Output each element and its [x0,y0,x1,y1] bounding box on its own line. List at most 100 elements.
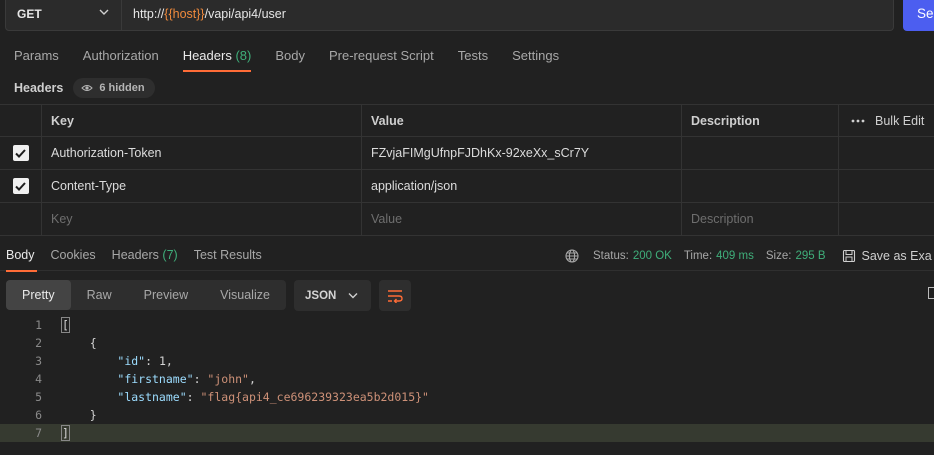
view-visualize[interactable]: Visualize [204,280,286,310]
view-preview[interactable]: Preview [128,280,204,310]
response-tab-body[interactable]: Body [0,244,43,272]
column-key: Key [42,105,362,136]
code-text: "id": 1, [42,354,173,368]
code-token: [ [61,317,70,333]
wrap-lines-button[interactable] [379,280,411,311]
row-checkbox-cell [0,170,42,202]
method-select[interactable]: GET [5,0,122,31]
save-as-example-button[interactable]: Save as Exa [842,249,932,263]
tab-pre-request-script[interactable]: Pre-request Script [317,44,446,72]
hidden-count-label: 6 hidden [99,82,145,94]
new-value-input[interactable]: Value [362,203,682,235]
json-separator: : [186,390,201,404]
code-text: } [62,408,97,422]
code-text: "firstname": "john", [42,372,256,386]
response-tab-test-results[interactable]: Test Results [186,244,270,271]
request-tabs: Params Authorization Headers (8) Body Pr… [0,44,571,72]
json-string: "john" [207,372,249,386]
method-label: GET [17,6,42,21]
new-key-input[interactable]: Key [42,203,362,235]
url-bar: GET http://{{host}}/vapi/api4/user Se [0,0,934,32]
code-line: 6 } [0,406,934,424]
header-key-cell[interactable]: Content-Type [42,170,362,202]
format-select[interactable]: JSON [294,280,371,311]
tab-tests[interactable]: Tests [446,44,500,72]
row-checkbox-cell [0,203,42,235]
check-icon [15,181,26,191]
row-checkbox-cell [0,137,42,169]
line-number: 3 [35,354,42,368]
header-key-cell[interactable]: Authorization-Token [42,137,362,169]
status-value[interactable]: 200 OK [633,250,672,262]
code-line-current: 7 ] [0,424,934,442]
tab-params[interactable]: Params [0,44,71,72]
more-options-icon[interactable] [851,119,865,123]
headers-title: Headers [14,81,64,95]
json-key: "id" [117,354,146,368]
tab-settings[interactable]: Settings [500,44,571,72]
view-raw[interactable]: Raw [71,280,128,310]
code-text: [ [42,317,70,333]
row-filler [839,170,934,202]
row-checkbox[interactable] [12,145,29,161]
headers-table: Key Value Description Bulk Edit Authoriz… [0,104,934,236]
tab-label: Headers [182,48,232,63]
response-tab-headers[interactable]: Headers (7) [104,244,186,271]
header-description-cell[interactable] [682,170,839,202]
table-row: Content-Type application/json [0,170,934,203]
code-text: ] [42,424,70,441]
url-prefix: http:// [133,6,165,21]
wrap-lines-icon [388,289,403,303]
response-bar: Body Cookies Headers (7) Test Results St… [0,244,934,272]
json-number: 1 [158,354,166,368]
json-string: "flag{api4_ce696239323ea5b2d015}" [200,390,429,404]
json-comma: , [165,354,173,368]
line-number: 5 [35,390,42,404]
bulk-edit-area: Bulk Edit [839,105,934,136]
tab-label: Pre-request Script [328,48,434,63]
json-comma: , [248,372,256,386]
tab-count: (8) [235,48,252,63]
bulk-edit-button[interactable]: Bulk Edit [875,114,924,128]
header-value-cell[interactable]: application/json [362,170,682,202]
tab-label: Body [6,248,35,262]
size-value[interactable]: 295 B [795,250,825,262]
response-body-editor[interactable]: 1 [ 2 { 3 "id": 1, 4 "firstname": "john"… [0,316,934,442]
tab-label: Tests [457,48,489,63]
tab-authorization[interactable]: Authorization [71,44,171,72]
header-value-cell[interactable]: FZvjaFIMgUfnpFJDhKx-92xeXx_sCr7Y [362,137,682,169]
line-number: 7 [35,426,42,440]
hidden-headers-toggle[interactable]: 6 hidden [73,78,155,98]
response-meta: Status: 200 OK Time: 409 ms Size: 295 B Sav… [565,249,932,263]
table-row-new: Key Value Description [0,203,934,236]
json-separator: : [193,372,208,386]
copy-icon[interactable] [928,287,934,299]
response-tab-cookies[interactable]: Cookies [43,244,104,271]
globe-icon[interactable] [565,249,579,263]
view-mode-selector: Pretty Raw Preview Visualize [6,280,286,310]
tab-label: Settings [512,48,560,63]
url-input[interactable]: http://{{host}}/vapi/api4/user [122,0,894,31]
new-description-input[interactable]: Description [682,203,839,235]
size-label: Size: [765,250,792,262]
code-line: 3 "id": 1, [0,352,934,370]
tab-headers[interactable]: Headers (8) [171,44,264,72]
line-number: 6 [35,408,42,422]
send-label: Se [917,6,934,21]
code-line: 4 "firstname": "john", [0,370,934,388]
url-path: /vapi/api4/user [204,6,286,21]
line-number: 2 [35,336,42,350]
line-number: 1 [35,318,42,332]
send-button[interactable]: Se [903,0,934,31]
time-value[interactable]: 409 ms [716,250,754,262]
table-header-row: Key Value Description Bulk Edit [0,104,934,137]
tab-count: (7) [162,248,178,262]
header-description-cell[interactable] [682,137,839,169]
view-pretty[interactable]: Pretty [6,280,71,310]
column-description: Description [682,105,839,136]
code-line: 1 [ [0,316,934,334]
tab-body[interactable]: Body [263,44,317,72]
time-label: Time: [683,250,713,262]
row-filler [839,203,934,235]
row-checkbox[interactable] [12,178,29,194]
